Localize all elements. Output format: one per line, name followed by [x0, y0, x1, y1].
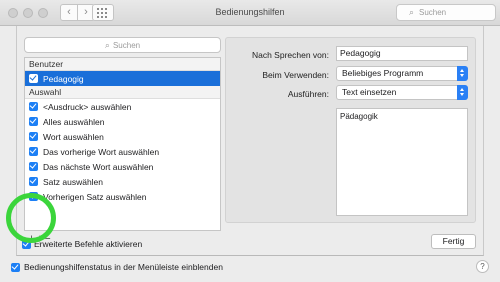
command-label: Das vorherige Wort auswählen	[43, 146, 160, 157]
list-item[interactable]: Das nächste Wort auswählen	[25, 159, 220, 174]
command-detail-pane: Nach Sprechen von: Pedagogig Beim Verwen…	[225, 37, 476, 223]
advanced-commands-toggle[interactable]: Erweiterte Befehle aktivieren	[22, 239, 142, 249]
while-using-value: Beliebiges Programm	[342, 68, 424, 78]
list-section-header-user: Benutzer	[25, 58, 220, 71]
command-checkbox[interactable]	[29, 192, 38, 201]
list-item[interactable]: Satz auswählen	[25, 174, 220, 189]
command-label: Alles auswählen	[43, 116, 105, 127]
command-checkbox[interactable]	[29, 132, 38, 141]
perform-popup[interactable]: Text einsetzen	[336, 85, 468, 100]
insert-text-area[interactable]: Pädagogik	[336, 108, 468, 216]
command-checkbox[interactable]	[29, 177, 38, 186]
command-label: <Ausdruck> auswählen	[43, 101, 132, 112]
popup-arrows-icon	[457, 85, 468, 100]
command-label: Das nächste Wort auswählen	[43, 161, 154, 172]
preferences-search-input[interactable]: ⌕ Suchen	[396, 4, 496, 21]
command-list[interactable]: Benutzer Pedagogig Auswahl <Ausdruck> au…	[24, 57, 221, 231]
perform-value: Text einsetzen	[342, 87, 397, 97]
menubar-status-toggle[interactable]: Bedienungshilfenstatus in der Menüleiste…	[11, 262, 223, 272]
list-section-header-selection: Auswahl	[25, 86, 220, 99]
menubar-status-label: Bedienungshilfenstatus in der Menüleiste…	[24, 262, 223, 272]
when-speaking-label: Nach Sprechen von:	[251, 50, 329, 60]
command-checkbox[interactable]	[29, 117, 38, 126]
command-label: Wort auswählen	[43, 131, 104, 142]
command-search-input[interactable]: ⌕ Suchen	[24, 37, 221, 53]
search-placeholder: Suchen	[419, 8, 447, 17]
command-checkbox[interactable]	[29, 102, 38, 111]
menubar-status-checkbox[interactable]	[11, 262, 20, 272]
while-using-popup[interactable]: Beliebiges Programm	[336, 66, 468, 81]
command-label: Pedagogig	[43, 73, 84, 84]
advanced-commands-checkbox[interactable]	[22, 239, 31, 249]
help-button[interactable]: ?	[476, 260, 489, 273]
done-button[interactable]: Fertig	[431, 234, 476, 249]
list-item[interactable]: <Ausdruck> auswählen	[25, 99, 220, 114]
command-label: Vorherigen Satz auswählen	[43, 191, 147, 202]
when-speaking-field[interactable]: Pedagogig	[336, 46, 468, 61]
list-item[interactable]: Alles auswählen	[25, 114, 220, 129]
perform-label: Ausführen:	[287, 89, 329, 99]
search-icon: ⌕	[409, 7, 415, 17]
search-icon: ⌕	[104, 40, 110, 50]
command-label: Satz auswählen	[43, 176, 104, 187]
window-titlebar: ‹ › Bedienungshilfen ⌕ Suchen	[0, 0, 500, 26]
commands-sheet: ⌕ Suchen Benutzer Pedagogig Auswahl <Ausd…	[16, 26, 484, 256]
list-item[interactable]: Das vorherige Wort auswählen	[25, 144, 220, 159]
command-checkbox[interactable]	[29, 147, 38, 156]
list-item[interactable]: Vorherigen Satz auswählen	[25, 189, 220, 204]
popup-arrows-icon	[457, 66, 468, 81]
while-using-label: Beim Verwenden:	[262, 70, 329, 80]
command-search-placeholder: Suchen	[112, 41, 141, 50]
list-item[interactable]: Wort auswählen	[25, 129, 220, 144]
list-item[interactable]: Pedagogig	[25, 71, 220, 86]
command-checkbox[interactable]	[29, 74, 38, 83]
advanced-commands-label: Erweiterte Befehle aktivieren	[34, 239, 143, 249]
command-checkbox[interactable]	[29, 162, 38, 171]
